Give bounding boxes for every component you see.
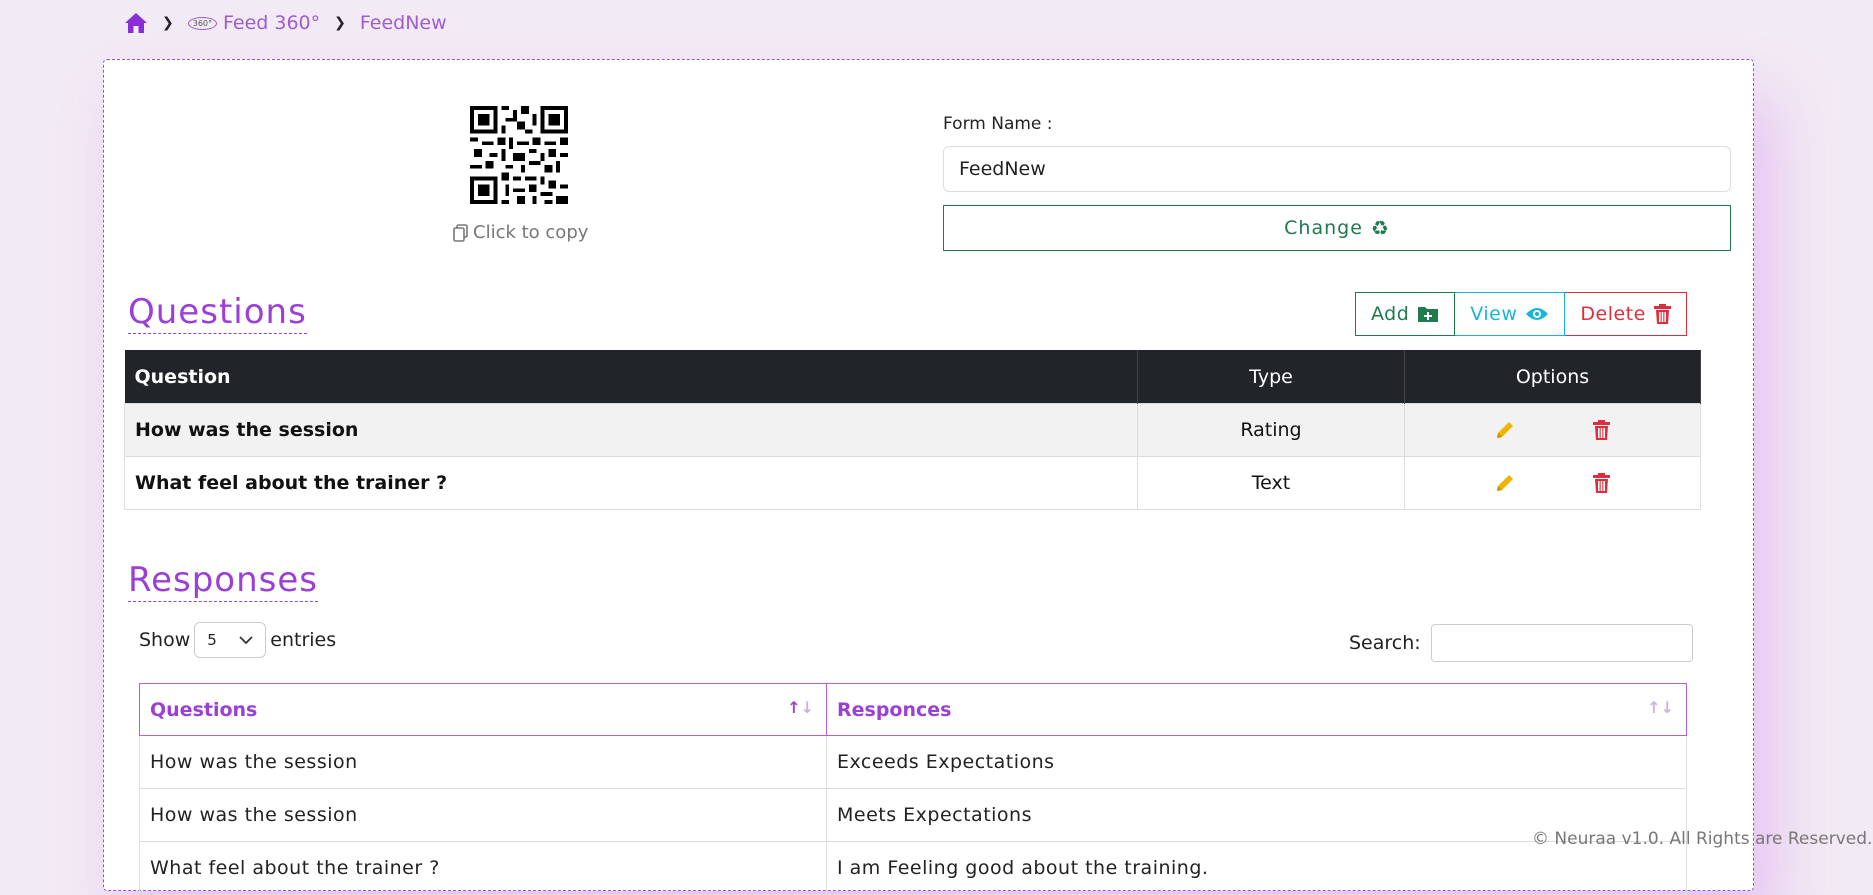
edit-pencil-icon[interactable] — [1495, 473, 1515, 493]
breadcrumb-separator: ❯ — [162, 15, 174, 31]
question-options — [1404, 456, 1701, 510]
breadcrumb: ❯ 360° Feed 360° ❯ FeedNew — [124, 12, 447, 34]
form-name-input[interactable]: FeedNew — [943, 146, 1731, 192]
chevron-down-icon — [239, 635, 253, 644]
view-label: View — [1470, 303, 1518, 325]
delete-trash-icon[interactable] — [1593, 420, 1610, 440]
header-question: Question — [124, 350, 1138, 404]
add-label: Add — [1371, 303, 1410, 325]
question-text: What feel about the trainer ? — [124, 456, 1138, 510]
entries-value: 5 — [207, 631, 217, 649]
header-questions[interactable]: Questions ↑↓ — [139, 683, 827, 736]
change-label: Change — [1284, 217, 1363, 239]
questions-header-row: Question Type Options — [124, 350, 1701, 404]
sort-icon: ↑↓ — [1647, 698, 1674, 717]
header-type: Type — [1137, 350, 1405, 404]
breadcrumb-current: FeedNew — [359, 12, 447, 34]
feed360-logo-icon: 360° — [187, 16, 218, 30]
question-type: Text — [1137, 456, 1405, 510]
question-text: How was the session — [124, 403, 1138, 457]
home-icon[interactable] — [124, 12, 148, 34]
table-row: What feel about the trainer ? I am Feeli… — [139, 841, 1687, 895]
entries-select[interactable]: 5 — [194, 622, 267, 658]
responses-title: Responses — [128, 560, 319, 602]
folder-plus-icon — [1418, 307, 1439, 322]
copy-label: Click to copy — [473, 222, 589, 243]
trash-icon — [1653, 304, 1671, 324]
delete-trash-icon[interactable] — [1593, 473, 1610, 493]
add-question-button[interactable]: Add — [1355, 292, 1456, 336]
delete-label: Delete — [1580, 303, 1646, 325]
qr-code[interactable] — [470, 106, 568, 204]
response-answer: Exceeds Expectations — [826, 735, 1687, 789]
table-row: What feel about the trainer ? Text — [124, 456, 1701, 510]
entries-control: Show 5 entries — [139, 622, 336, 658]
breadcrumb-feed360[interactable]: 360° Feed 360° — [187, 12, 321, 34]
search-control: Search: — [1349, 624, 1693, 662]
footer-copyright: © Neuraa v1.0. All Rights are Reserved. — [1532, 829, 1873, 849]
copy-icon — [453, 223, 468, 242]
responses-header-row: Questions ↑↓ Responces ↑↓ — [139, 683, 1687, 736]
sort-icon: ↑↓ — [787, 698, 814, 717]
response-question: What feel about the trainer ? — [139, 841, 827, 895]
entries-label: entries — [270, 629, 337, 651]
edit-pencil-icon[interactable] — [1495, 420, 1515, 440]
table-row: How was the session Meets Expectations — [139, 788, 1687, 842]
breadcrumb-separator: ❯ — [334, 15, 346, 31]
show-label: Show — [139, 629, 191, 651]
form-name-label: Form Name : — [943, 114, 1053, 134]
response-question: How was the session — [139, 735, 827, 789]
questions-table: Question Type Options How was the sessio… — [124, 350, 1701, 510]
eye-icon — [1526, 308, 1549, 320]
question-actions: Add View Delete — [1355, 292, 1687, 336]
search-input[interactable] — [1430, 624, 1693, 662]
question-options — [1404, 403, 1701, 457]
header-options: Options — [1404, 350, 1701, 404]
response-question: How was the session — [139, 788, 827, 842]
header-questions-label: Questions — [150, 698, 258, 721]
view-form-button[interactable]: View — [1455, 292, 1566, 336]
header-responces[interactable]: Responces ↑↓ — [826, 683, 1687, 736]
breadcrumb-feed360-label: Feed 360° — [223, 12, 321, 34]
change-button[interactable]: Change ♻ — [943, 205, 1731, 251]
delete-form-button[interactable]: Delete — [1565, 292, 1687, 336]
copy-qr-button[interactable]: Click to copy — [453, 222, 588, 243]
table-row: How was the session Exceeds Expectations — [139, 735, 1687, 789]
responses-table: Questions ↑↓ Responces ↑↓ How was the se… — [139, 683, 1687, 895]
recycle-icon: ♻ — [1370, 216, 1390, 240]
questions-title: Questions — [128, 292, 307, 334]
response-answer: I am Feeling good about the training. — [826, 841, 1687, 895]
question-type: Rating — [1137, 403, 1405, 457]
table-row: How was the session Rating — [124, 403, 1701, 457]
header-responces-label: Responces — [837, 698, 952, 721]
search-label: Search: — [1349, 632, 1421, 654]
